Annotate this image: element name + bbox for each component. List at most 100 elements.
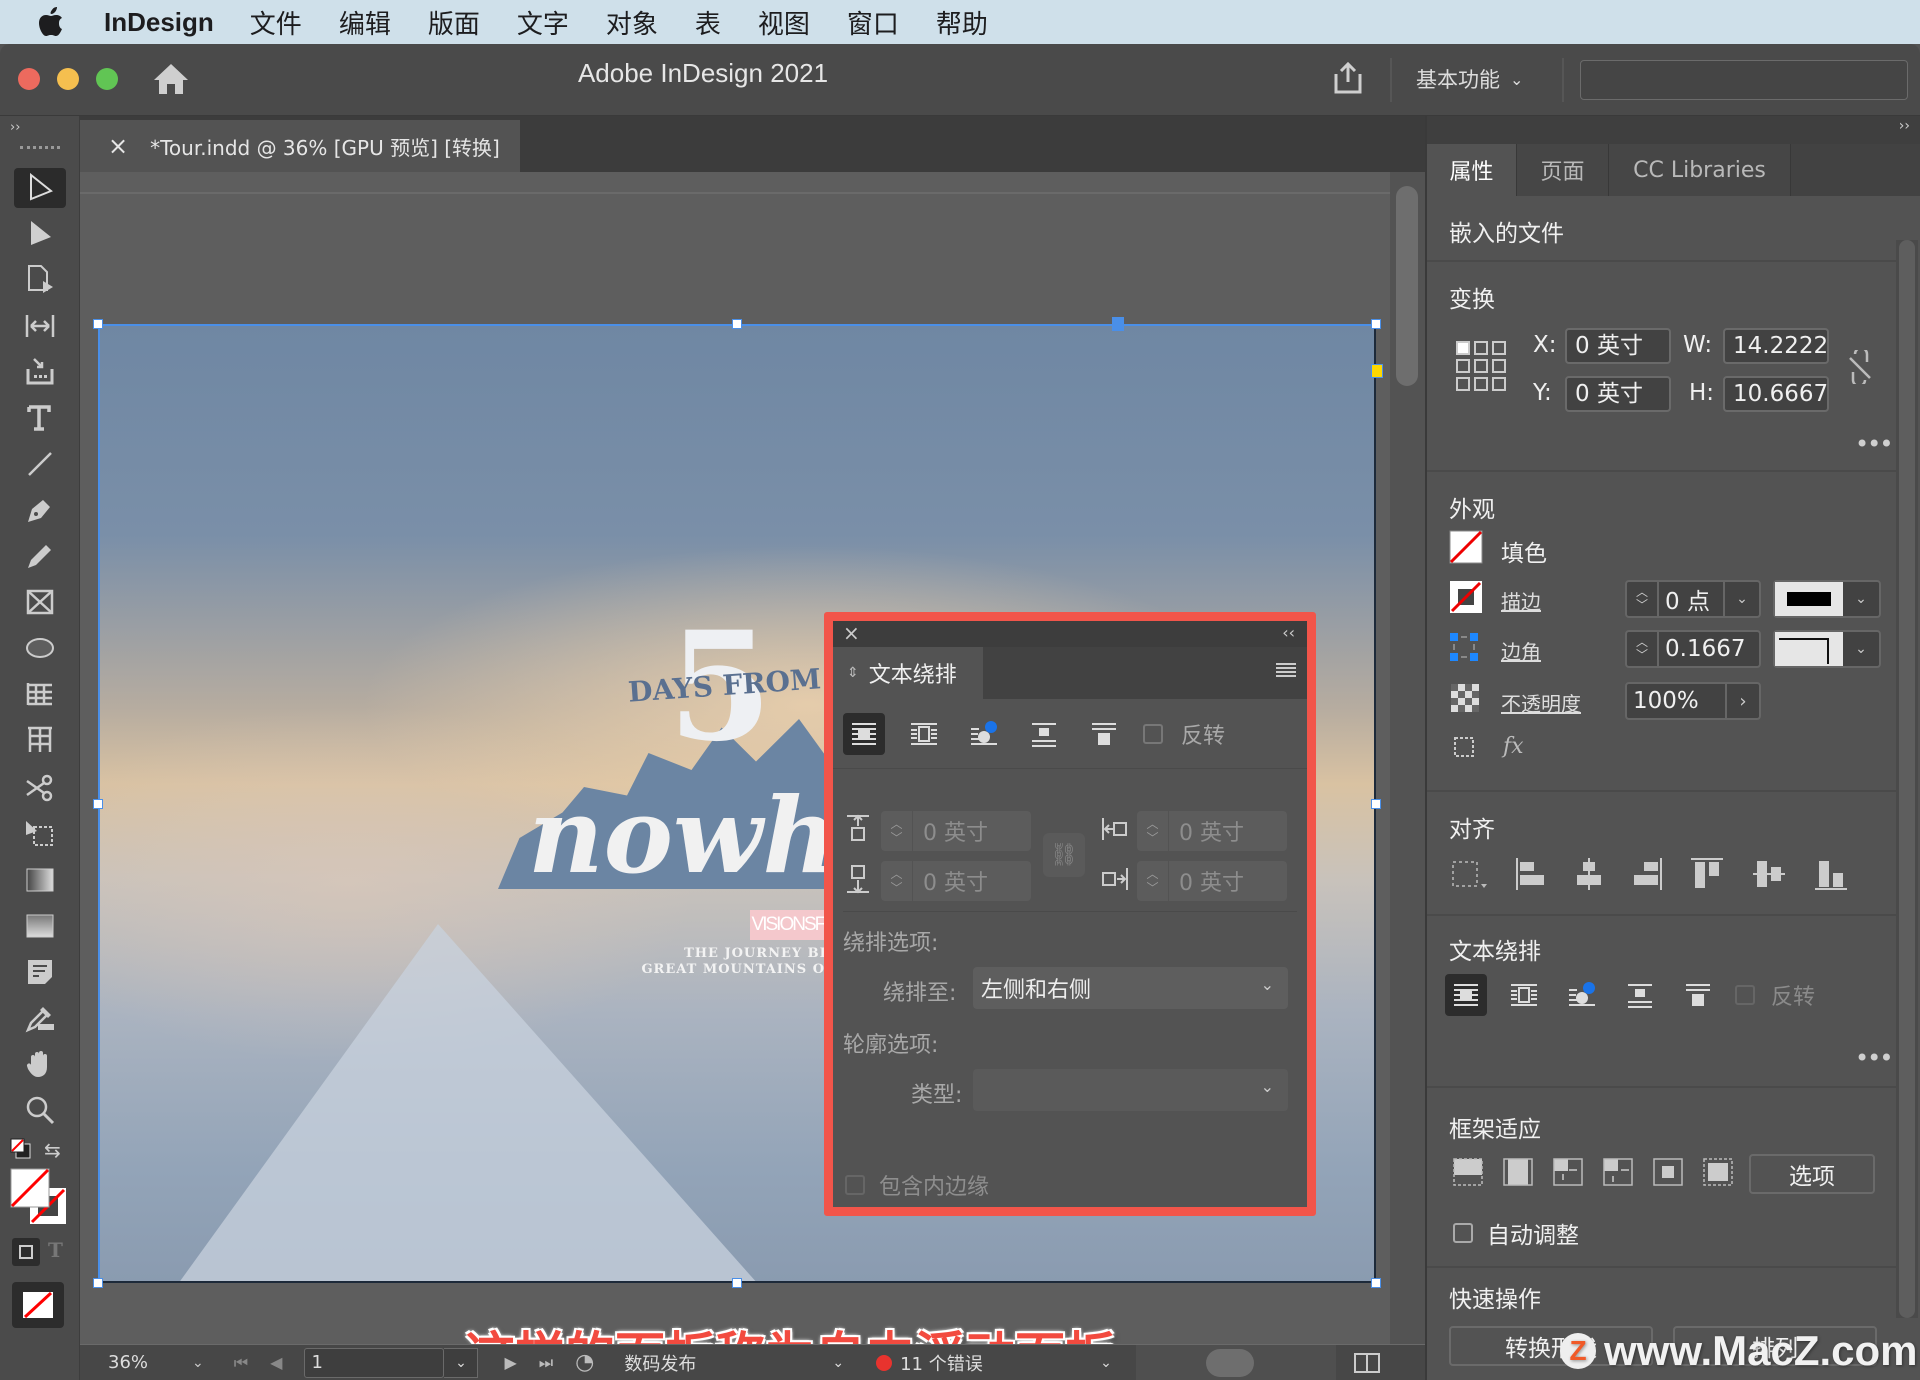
last-page-icon[interactable]: ⏭ bbox=[539, 1353, 553, 1373]
text-wrap-floating-panel[interactable]: × ‹‹ ⇕ 文本绕排 反转 ︿ ﹀ 0 英寸 ︿ ﹀ 0 英寸 ⛓ ︿ ﹀ 0… bbox=[833, 621, 1307, 1207]
canvas-vertical-scrollbar[interactable] bbox=[1390, 172, 1425, 1344]
panel-menu-icon[interactable] bbox=[1275, 661, 1297, 683]
menu-type[interactable]: 文字 bbox=[517, 4, 569, 41]
fill-none-swatch[interactable] bbox=[1449, 530, 1483, 564]
stepper-icon[interactable]: ︿ ﹀ bbox=[1137, 811, 1169, 851]
frame-effects-icon[interactable] bbox=[1453, 736, 1479, 760]
stroke-weight-field[interactable]: ︿ ﹀ 0 点 ⌄ bbox=[1625, 580, 1761, 618]
menu-app-name[interactable]: InDesign bbox=[104, 7, 214, 38]
opacity-label[interactable]: 不透明度 bbox=[1501, 688, 1581, 717]
jump-object-button[interactable] bbox=[1023, 713, 1065, 755]
collapse-toolbox-button[interactable]: ›› bbox=[10, 120, 20, 135]
panel-title-bar[interactable]: × ‹‹ bbox=[833, 621, 1307, 647]
stroke-type-select[interactable]: ⌄ bbox=[1773, 580, 1881, 618]
wrap-bounding-box-button[interactable] bbox=[903, 713, 945, 755]
right-offset-field[interactable]: ︿ ﹀ 0 英寸 bbox=[1137, 861, 1287, 901]
x-field[interactable]: 0 英寸 bbox=[1565, 328, 1671, 364]
hand-tool[interactable] bbox=[14, 1044, 66, 1084]
previous-page-icon[interactable]: ◀ bbox=[270, 1353, 282, 1372]
content-aware-fit-icon[interactable] bbox=[1701, 1156, 1735, 1192]
direct-selection-tool[interactable] bbox=[14, 214, 66, 254]
close-panel-icon[interactable]: × bbox=[843, 621, 860, 645]
jump-object-button[interactable] bbox=[1619, 974, 1661, 1016]
line-tool[interactable] bbox=[14, 444, 66, 484]
properties-scrollbar[interactable] bbox=[1896, 240, 1918, 1318]
tab-properties[interactable]: 属性 bbox=[1427, 144, 1517, 196]
content-grabber-handle[interactable] bbox=[1112, 317, 1124, 331]
menu-object[interactable]: 对象 bbox=[606, 4, 658, 41]
fit-content-proportionally-icon[interactable] bbox=[1501, 1156, 1535, 1192]
y-field[interactable]: 0 英寸 bbox=[1565, 376, 1671, 412]
invert-checkbox[interactable] bbox=[1735, 985, 1755, 1005]
align-right-icon[interactable] bbox=[1631, 856, 1663, 896]
swap-fill-stroke-icon[interactable]: ⇆ bbox=[44, 1138, 61, 1162]
height-field[interactable]: 10.6667 bbox=[1723, 376, 1829, 412]
menu-window[interactable]: 窗口 bbox=[847, 4, 899, 41]
zoom-chevron-icon[interactable]: ⌄ bbox=[192, 1355, 204, 1371]
gradient-swatch-tool[interactable] bbox=[14, 860, 66, 900]
corner-options-icon[interactable] bbox=[1449, 632, 1479, 662]
stepper-icon[interactable]: ︿ ﹀ bbox=[881, 861, 913, 901]
stroke-none-swatch[interactable] bbox=[1449, 580, 1483, 614]
gap-tool[interactable] bbox=[14, 306, 66, 346]
toolbox-grip[interactable] bbox=[20, 146, 60, 152]
top-offset-field[interactable]: ︿ ﹀ 0 英寸 bbox=[881, 811, 1031, 851]
stepper-icon[interactable]: ︿ ﹀ bbox=[881, 811, 913, 851]
resize-handle[interactable] bbox=[1371, 799, 1381, 809]
bottom-offset-field[interactable]: ︿ ﹀ 0 英寸 bbox=[881, 861, 1031, 901]
type-tool[interactable] bbox=[14, 398, 66, 438]
menu-view[interactable]: 视图 bbox=[758, 4, 810, 41]
resize-handle[interactable] bbox=[93, 1278, 103, 1288]
width-field[interactable]: 14.2222 bbox=[1723, 328, 1829, 364]
rectangle-frame-tool[interactable] bbox=[14, 582, 66, 622]
apple-icon[interactable] bbox=[38, 7, 76, 37]
next-page-icon[interactable]: ▶ bbox=[504, 1353, 516, 1372]
collapse-panel-icon[interactable]: ‹‹ bbox=[1282, 623, 1295, 642]
left-offset-field[interactable]: ︿ ﹀ 0 英寸 bbox=[1137, 811, 1287, 851]
panel-options-toggle-icon[interactable]: ⇕ bbox=[847, 665, 859, 681]
menu-table[interactable]: 表 bbox=[695, 4, 721, 41]
corner-label[interactable]: 边角 bbox=[1501, 636, 1541, 665]
tab-pages[interactable]: 页面 bbox=[1517, 144, 1609, 196]
document-tab[interactable]: × *Tour.indd @ 36% [GPU 预览] [转换] bbox=[80, 120, 520, 172]
align-bottom-icon[interactable] bbox=[1813, 857, 1849, 895]
more-options-icon[interactable]: ••• bbox=[1855, 430, 1893, 458]
fit-content-to-frame-icon[interactable] bbox=[1601, 1156, 1635, 1192]
more-options-icon[interactable]: ••• bbox=[1855, 1044, 1893, 1072]
workspace-switcher[interactable]: 基本功能 ⌄ bbox=[1416, 64, 1523, 94]
zoom-level[interactable]: 36% bbox=[108, 1352, 168, 1373]
align-left-icon[interactable] bbox=[1515, 856, 1547, 896]
no-text-wrap-button[interactable] bbox=[1445, 974, 1487, 1016]
live-corner-handle[interactable] bbox=[1371, 364, 1383, 378]
fill-stroke-swatch[interactable] bbox=[10, 1168, 68, 1230]
preflight-profile[interactable]: 数码发布 bbox=[624, 1350, 824, 1376]
content-collector-tool[interactable] bbox=[14, 352, 66, 392]
profile-chevron-icon[interactable]: ⌄ bbox=[832, 1355, 844, 1371]
corner-size-field[interactable]: ︿ ﹀ 0.1667 bbox=[1625, 630, 1761, 668]
default-fill-stroke-icon[interactable] bbox=[10, 1138, 34, 1164]
resize-handle[interactable] bbox=[93, 799, 103, 809]
tab-cc-libraries[interactable]: CC Libraries bbox=[1609, 144, 1791, 196]
fit-frame-to-content-icon[interactable] bbox=[1551, 1156, 1585, 1192]
page-dropdown-icon[interactable]: ⌄ bbox=[444, 1347, 479, 1378]
split-window-icon[interactable] bbox=[1353, 1352, 1380, 1373]
stepper-icon[interactable]: ︿ ﹀ bbox=[1627, 632, 1659, 666]
first-page-icon[interactable]: ⏮ bbox=[234, 1353, 248, 1373]
ellipse-tool[interactable] bbox=[14, 628, 66, 668]
resize-handle[interactable] bbox=[93, 319, 103, 329]
wrap-object-shape-button[interactable] bbox=[1561, 974, 1603, 1016]
resize-handle[interactable] bbox=[1371, 1278, 1381, 1288]
share-icon[interactable] bbox=[1330, 60, 1366, 100]
stepper-icon[interactable]: ︿ ﹀ bbox=[1627, 582, 1659, 616]
wrap-bounding-box-button[interactable] bbox=[1503, 974, 1545, 1016]
align-to-selection-icon[interactable] bbox=[1449, 858, 1489, 894]
jump-to-next-column-button[interactable] bbox=[1677, 974, 1719, 1016]
reference-point-icon[interactable] bbox=[1455, 340, 1507, 392]
align-top-icon[interactable] bbox=[1689, 857, 1725, 895]
gradient-feather-tool[interactable] bbox=[14, 906, 66, 946]
menu-layout[interactable]: 版面 bbox=[428, 4, 480, 41]
zoom-tool[interactable] bbox=[14, 1090, 66, 1130]
stroke-label[interactable]: 描边 bbox=[1501, 586, 1541, 615]
menu-help[interactable]: 帮助 bbox=[936, 4, 988, 41]
corner-shape-select[interactable]: ⌄ bbox=[1773, 630, 1881, 668]
